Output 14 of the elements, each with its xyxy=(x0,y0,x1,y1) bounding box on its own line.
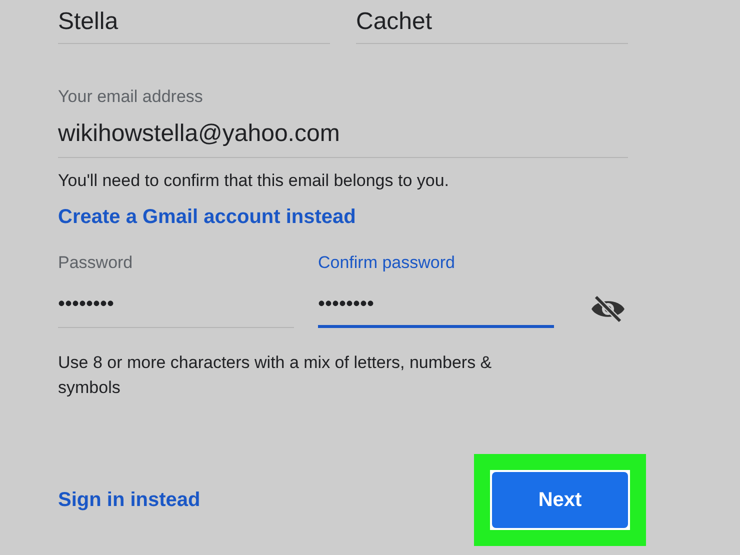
next-button[interactable]: Next xyxy=(492,472,628,528)
password-label: Confirm password xyxy=(318,252,456,274)
eye-off-icon[interactable] xyxy=(590,294,626,324)
name-field[interactable]: Stella xyxy=(58,0,330,44)
sign-in-link[interactable]: Sign in instead xyxy=(58,485,200,515)
email-label: Your email address xyxy=(58,86,204,108)
password-field[interactable]: •••••••• xyxy=(58,284,294,328)
gmail-link[interactable]: Create a Gmail account instead xyxy=(58,204,356,230)
password-field[interactable]: •••••••• xyxy=(318,284,554,328)
password-label: Password xyxy=(58,252,134,274)
name-field[interactable]: Cachet xyxy=(356,0,628,44)
email-note: You'll need to confirm that this email belongs to you. xyxy=(58,170,450,192)
email-field[interactable]: wikihowstella@yahoo.com xyxy=(58,116,628,158)
password-hint: Use 8 or more characters with a mix of letters, numbers & symbols xyxy=(58,352,493,399)
